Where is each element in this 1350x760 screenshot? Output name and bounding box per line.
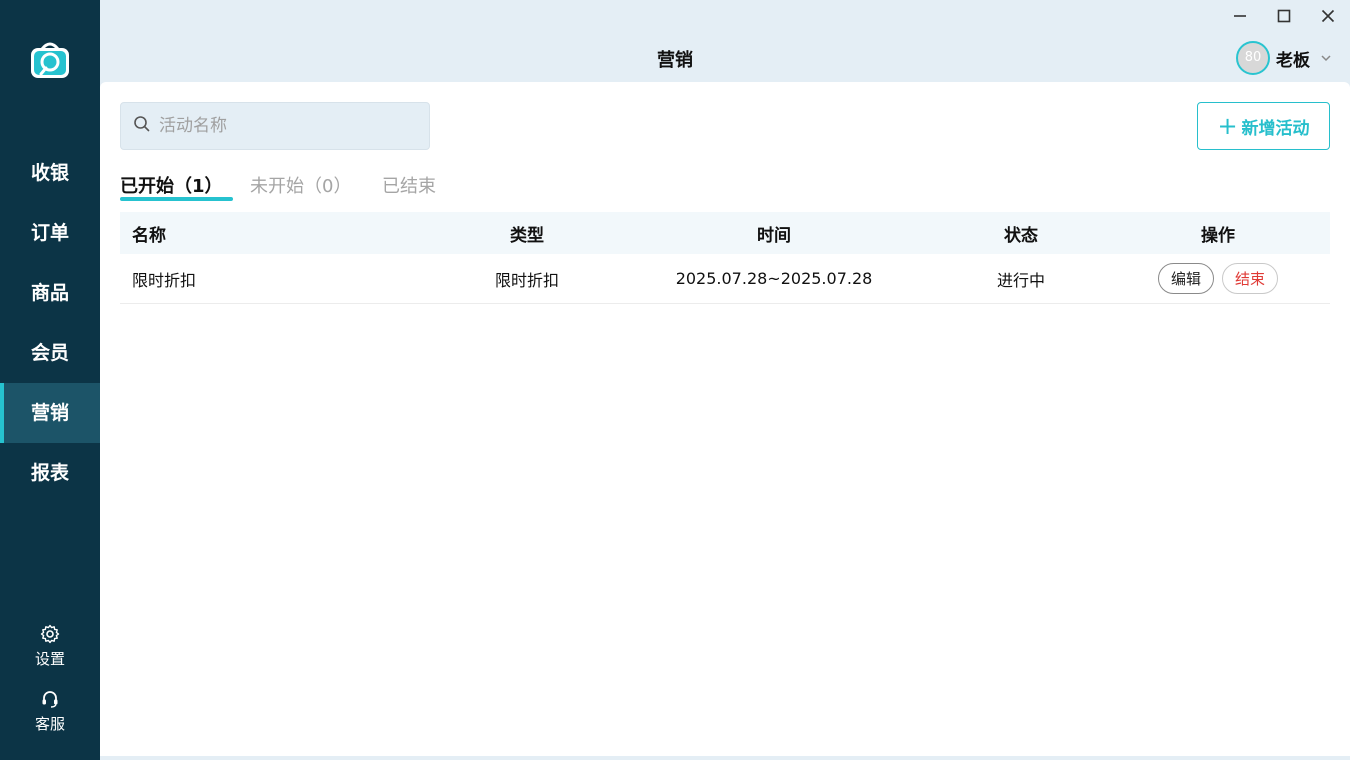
- tab-not-started-label: 未开始（0）: [250, 176, 352, 197]
- sidebar-nav: 收银 订单 商品 会员 营销 报表: [0, 143, 100, 503]
- page-title: 营销: [657, 50, 693, 71]
- avatar: 80: [1236, 41, 1270, 75]
- row-name: 限时折扣: [132, 270, 197, 290]
- header: 营销 80 老板: [100, 0, 1350, 82]
- settings-label: 设置: [34, 650, 65, 668]
- close-icon[interactable]: [1316, 4, 1340, 28]
- end-button[interactable]: 结束: [1222, 263, 1279, 294]
- minimize-icon[interactable]: [1228, 4, 1252, 28]
- tab-active-indicator: [120, 197, 233, 201]
- user-name: 老板: [1276, 50, 1310, 71]
- user-menu[interactable]: 80 老板: [1236, 41, 1332, 75]
- sidebar-item-marketing[interactable]: 营销: [0, 383, 100, 443]
- plus-icon: +: [1217, 112, 1238, 140]
- table-row: 限时折扣 限时折扣 2025.07.28~2025.07.28 进行中 编辑 结…: [120, 254, 1330, 304]
- sidebar-item-orders[interactable]: 订单: [0, 203, 100, 263]
- search-icon: [133, 115, 151, 137]
- sidebar-item-members[interactable]: 会员: [0, 323, 100, 383]
- headset-icon: [0, 689, 100, 709]
- tab-ended[interactable]: 已结束: [382, 172, 436, 200]
- row-status: 进行中: [996, 270, 1045, 290]
- row-actions: 编辑 结束: [1118, 254, 1318, 303]
- sidebar-item-products[interactable]: 商品: [0, 263, 100, 323]
- main-panel: + 新增活动 已开始（1） 未开始（0） 已结束 名称 类型 时间 状态 操作 …: [100, 82, 1350, 756]
- tab-not-started[interactable]: 未开始（0）: [250, 172, 351, 200]
- activity-table: 名称 类型 时间 状态 操作 限时折扣 限时折扣 2025.07.28~2025…: [120, 212, 1330, 304]
- column-header-status: 状态: [1004, 225, 1038, 246]
- column-header-actions: 操作: [1201, 225, 1235, 246]
- row-time: 2025.07.28~2025.07.28: [675, 269, 873, 288]
- sidebar-item-cashier[interactable]: 收银: [0, 143, 100, 203]
- add-activity-label: 新增活动: [1241, 118, 1310, 139]
- edit-button[interactable]: 编辑: [1157, 263, 1214, 294]
- tab-started-label: 已开始（1）: [120, 176, 223, 197]
- column-header-time: 时间: [757, 225, 791, 246]
- support-button[interactable]: 客服: [0, 689, 100, 734]
- search-input[interactable]: [159, 116, 409, 136]
- gear-icon: [0, 624, 100, 644]
- search-box[interactable]: [120, 102, 430, 150]
- sidebar: 收银 订单 商品 会员 营销 报表 设置 客服: [0, 0, 100, 760]
- row-type: 限时折扣: [494, 270, 559, 290]
- column-header-type: 类型: [510, 225, 544, 246]
- maximize-icon[interactable]: [1272, 4, 1296, 28]
- tab-ended-label: 已结束: [382, 176, 436, 197]
- table-header: 名称 类型 时间 状态 操作: [120, 212, 1330, 254]
- support-label: 客服: [34, 715, 65, 733]
- chevron-down-icon: [1320, 49, 1332, 68]
- sidebar-item-reports[interactable]: 报表: [0, 443, 100, 503]
- shopping-bag-logo-icon: [29, 37, 71, 79]
- settings-button[interactable]: 设置: [0, 624, 100, 669]
- column-header-name: 名称: [132, 225, 166, 246]
- add-activity-button[interactable]: + 新增活动: [1197, 102, 1330, 150]
- tab-started[interactable]: 已开始（1）: [120, 172, 233, 201]
